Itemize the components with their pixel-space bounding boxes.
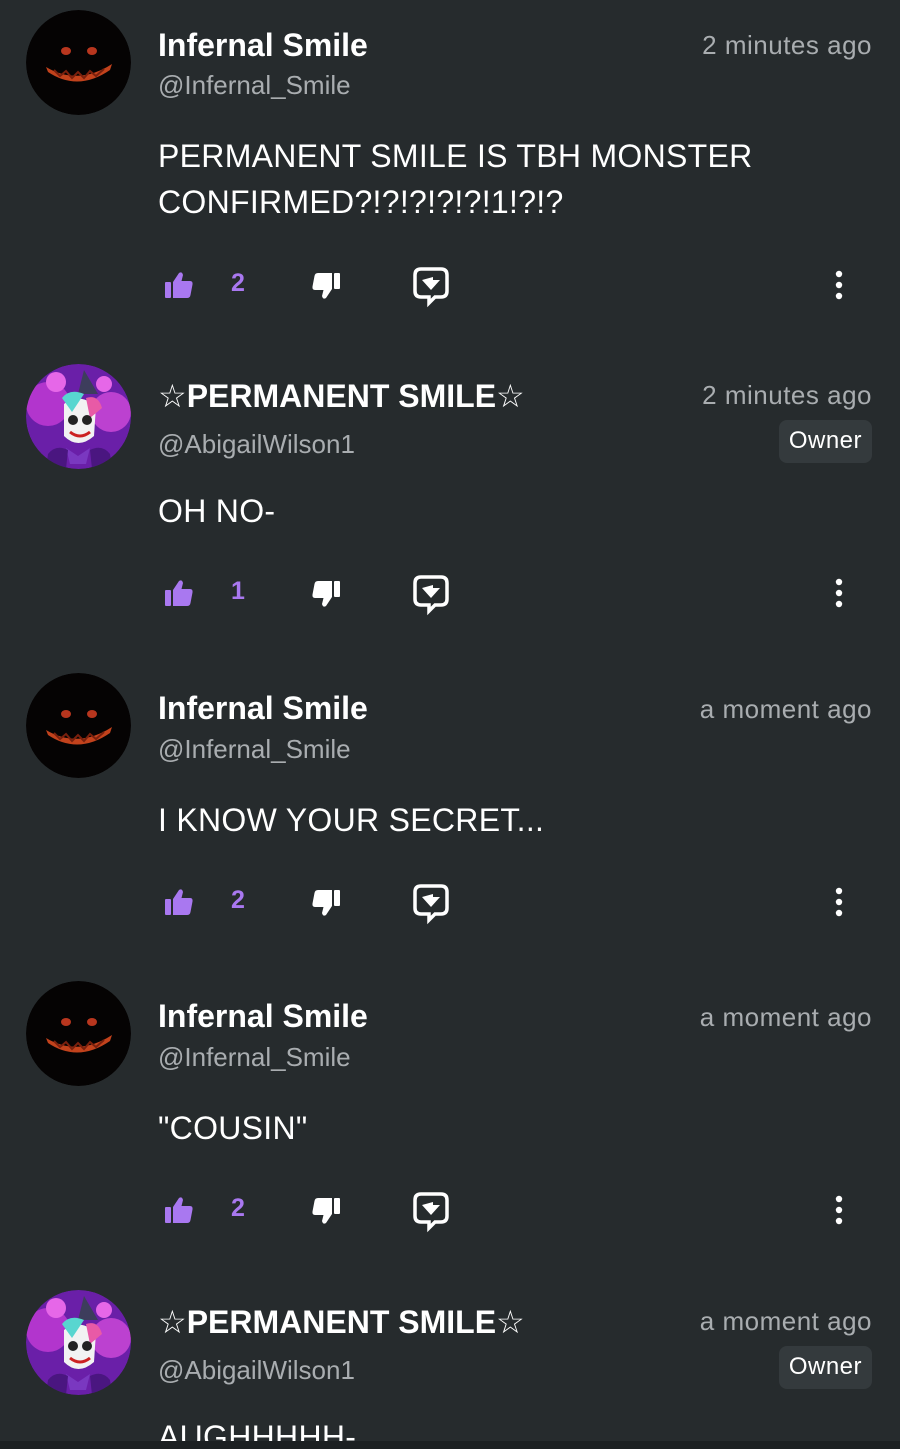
avatar[interactable] <box>26 1290 131 1395</box>
like-count: 2 <box>231 886 245 914</box>
reply-bubble-icon[interactable] <box>413 267 449 308</box>
clown-avatar-icon <box>26 364 131 469</box>
like-count: 1 <box>231 577 245 605</box>
more-vertical-icon[interactable] <box>828 886 850 918</box>
thumbs-up-icon[interactable] <box>163 269 195 301</box>
comment-actions: 1 <box>0 575 900 616</box>
comment-text: "COUSIN" <box>158 1110 308 1146</box>
author-handle: @AbigailWilson1 <box>158 429 355 459</box>
avatar[interactable] <box>26 364 131 469</box>
comment-item: ☆PERMANENT SMILE☆ @AbigailWilson1 a mome… <box>0 1290 900 1441</box>
comment-text: I KNOW YOUR SECRET... <box>158 802 545 838</box>
thumbs-up-icon[interactable] <box>163 1194 195 1226</box>
bottom-edge <box>0 1441 900 1449</box>
dark-smile-avatar-icon <box>26 981 131 1086</box>
avatar[interactable] <box>26 10 131 115</box>
dark-smile-avatar-icon <box>26 10 131 115</box>
timestamp: a moment ago <box>699 1002 872 1032</box>
author-handle: @Infernal_Smile <box>158 70 351 100</box>
thumbs-up-icon[interactable] <box>163 886 195 918</box>
owner-badge: Owner <box>778 1346 872 1389</box>
like-count: 2 <box>231 269 245 297</box>
clown-avatar-icon <box>26 1290 131 1395</box>
dark-smile-avatar-icon <box>26 673 131 778</box>
comment-feed: Infernal Smile @Infernal_Smile 2 minutes… <box>0 0 900 1449</box>
author-name[interactable]: Infernal Smile <box>158 690 368 727</box>
reply-bubble-icon[interactable] <box>413 884 449 925</box>
thumbs-up-icon[interactable] <box>163 577 195 609</box>
like-count: 2 <box>231 1194 245 1222</box>
comment-text: OH NO- <box>158 493 276 529</box>
comment-actions: 2 <box>0 1192 900 1233</box>
thumbs-down-icon[interactable] <box>310 1195 342 1227</box>
author-name[interactable]: Infernal Smile <box>158 998 368 1035</box>
comment-text: AUGHHHHH- <box>158 1419 357 1441</box>
timestamp: a moment ago <box>699 1306 872 1336</box>
comment-actions: 2 <box>0 884 900 925</box>
owner-badge: Owner <box>778 420 872 463</box>
more-vertical-icon[interactable] <box>828 269 850 301</box>
timestamp: 2 minutes ago <box>702 380 872 410</box>
author-name[interactable]: Infernal Smile <box>158 27 368 64</box>
author-handle: @Infernal_Smile <box>158 1042 351 1072</box>
author-name[interactable]: ☆PERMANENT SMILE☆ <box>158 377 525 415</box>
author-handle: @Infernal_Smile <box>158 734 351 764</box>
reply-bubble-icon[interactable] <box>413 1192 449 1233</box>
more-vertical-icon[interactable] <box>828 577 850 609</box>
thumbs-down-icon[interactable] <box>310 270 342 302</box>
timestamp: a moment ago <box>699 694 872 724</box>
comment-text: PERMANENT SMILE IS TBH MONSTER CONFIRMED… <box>158 138 753 220</box>
avatar[interactable] <box>26 673 131 778</box>
avatar[interactable] <box>26 981 131 1086</box>
reply-bubble-icon[interactable] <box>413 575 449 616</box>
comment-actions: 2 <box>0 267 900 308</box>
author-handle: @AbigailWilson1 <box>158 1355 355 1385</box>
thumbs-down-icon[interactable] <box>310 887 342 919</box>
author-name[interactable]: ☆PERMANENT SMILE☆ <box>158 1303 525 1341</box>
timestamp: 2 minutes ago <box>702 30 872 60</box>
thumbs-down-icon[interactable] <box>310 578 342 610</box>
more-vertical-icon[interactable] <box>828 1194 850 1226</box>
